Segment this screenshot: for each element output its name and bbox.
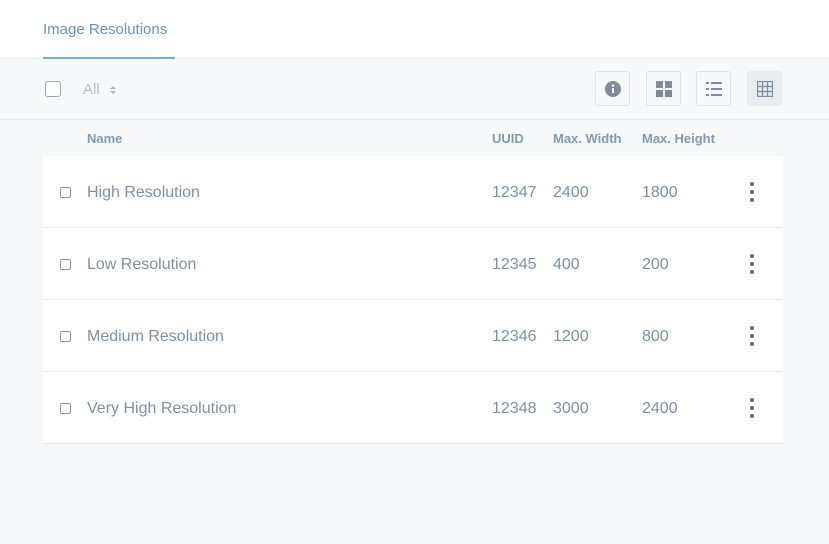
table-row[interactable]: High Resolution 12347 2400 1800 xyxy=(43,156,783,228)
column-header-max-width[interactable]: Max. Width xyxy=(553,131,622,146)
cell-name[interactable]: Very High Resolution xyxy=(87,400,236,418)
column-header-max-height[interactable]: Max. Height xyxy=(642,131,715,146)
cell-name[interactable]: Low Resolution xyxy=(87,256,196,274)
info-button[interactable] xyxy=(595,71,630,106)
table-row[interactable]: Medium Resolution 12346 1200 800 xyxy=(43,300,783,372)
cell-name[interactable]: High Resolution xyxy=(87,184,200,202)
management-toolbar: All xyxy=(0,59,829,120)
cell-max-width: 2400 xyxy=(553,184,589,201)
table-view-button[interactable] xyxy=(747,71,782,106)
column-header-name[interactable]: Name xyxy=(87,131,122,146)
row-checkbox[interactable] xyxy=(60,331,71,342)
grid-tiles-icon xyxy=(655,80,672,97)
info-icon xyxy=(604,80,621,97)
cell-max-width: 1200 xyxy=(553,328,589,345)
cell-max-height: 200 xyxy=(642,256,669,273)
tab-image-resolutions[interactable]: Image Resolutions xyxy=(43,0,167,59)
cell-uuid: 12348 xyxy=(492,400,537,417)
column-header-uuid[interactable]: UUID xyxy=(492,131,524,146)
row-checkbox[interactable] xyxy=(60,187,71,198)
cell-max-height: 2400 xyxy=(642,400,678,417)
cell-name[interactable]: Medium Resolution xyxy=(87,328,224,346)
select-all-checkbox[interactable] xyxy=(45,81,61,97)
row-actions-menu-icon[interactable] xyxy=(743,326,761,346)
top-navigation-bar: Image Resolutions xyxy=(0,0,829,59)
row-actions-menu-icon[interactable] xyxy=(743,254,761,274)
cards-view-button[interactable] xyxy=(646,71,681,106)
sort-arrows-icon[interactable] xyxy=(109,85,117,95)
table-body: High Resolution 12347 2400 1800 Low Reso… xyxy=(43,156,783,444)
row-actions-menu-icon[interactable] xyxy=(743,182,761,202)
cell-max-height: 800 xyxy=(642,328,669,345)
cell-uuid: 12346 xyxy=(492,328,537,345)
table-row[interactable]: Low Resolution 12345 400 200 xyxy=(43,228,783,300)
cell-max-width: 400 xyxy=(553,256,580,273)
cell-max-height: 1800 xyxy=(642,184,678,201)
row-actions-menu-icon[interactable] xyxy=(743,398,761,418)
cell-uuid: 12345 xyxy=(492,256,537,273)
row-checkbox[interactable] xyxy=(60,259,71,270)
list-icon xyxy=(705,81,722,96)
cell-uuid: 12347 xyxy=(492,184,537,201)
cell-max-width: 3000 xyxy=(553,400,589,417)
table-header: Name UUID Max. Width Max. Height xyxy=(43,120,783,156)
row-checkbox[interactable] xyxy=(60,403,71,414)
list-view-button[interactable] xyxy=(696,71,731,106)
table-row[interactable]: Very High Resolution 12348 3000 2400 xyxy=(43,372,783,444)
filter-dropdown-label[interactable]: All xyxy=(83,81,100,98)
table-icon xyxy=(756,80,773,97)
